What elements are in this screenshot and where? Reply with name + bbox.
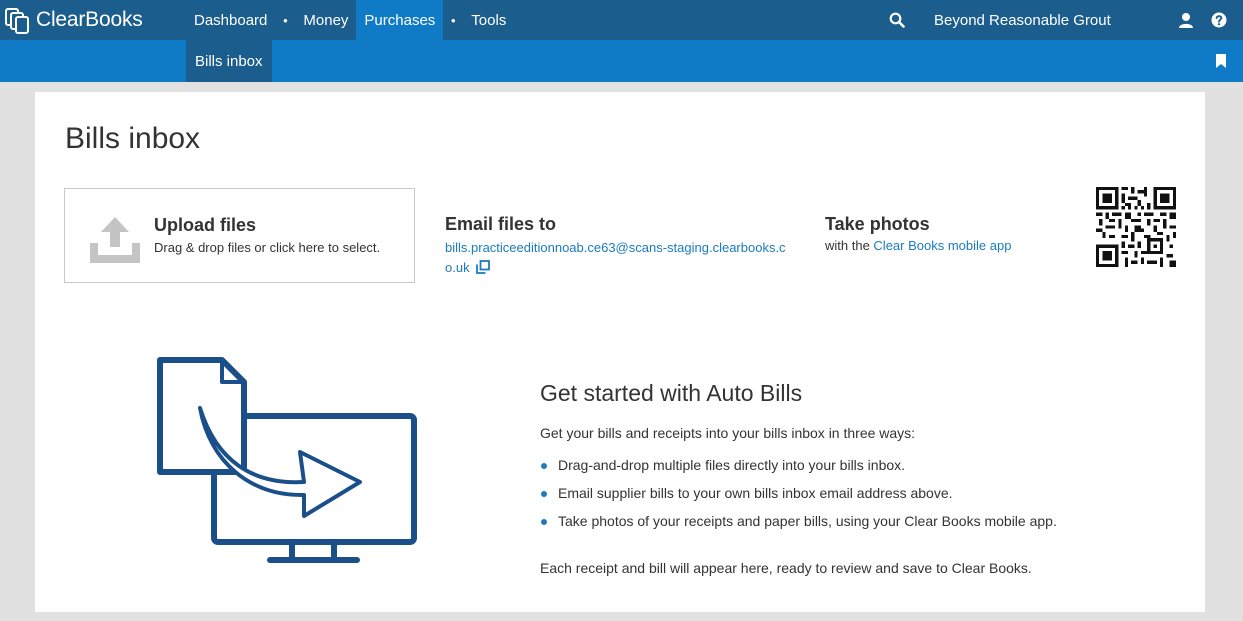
get-started-section: Get started with Auto Bills Get your bil…	[540, 380, 1160, 576]
page-title: Bills inbox	[65, 122, 201, 155]
bookmark-icon[interactable]	[1215, 54, 1227, 68]
logo-text: ClearBooks	[36, 8, 143, 31]
nav-money[interactable]: Money	[295, 0, 356, 40]
list-item: Take photos of your receipts and paper b…	[540, 513, 1160, 541]
nav-separator: •	[283, 12, 288, 28]
logo-icon	[5, 8, 29, 34]
get-started-list: Drag-and-drop multiple files directly in…	[540, 457, 1160, 541]
nav-separator: •	[451, 12, 456, 28]
subnav-bills-inbox[interactable]: Bills inbox	[186, 40, 272, 82]
sub-navbar: Bills inbox	[0, 40, 1243, 82]
nav-tools[interactable]: Tools	[463, 0, 514, 40]
qr-code	[1096, 187, 1176, 267]
bills-inbox-card: Bills inbox Upload files Drag & drop fil…	[35, 92, 1205, 612]
email-address-link[interactable]: bills.practiceeditionnoab.ce63@scans-sta…	[445, 238, 795, 278]
copy-icon[interactable]	[475, 260, 490, 274]
email-title: Email files to	[445, 214, 557, 234]
photos-title: Take photos	[825, 214, 930, 234]
main-nav: Dashboard • Money Purchases • Tools	[186, 0, 514, 40]
search-icon[interactable]	[889, 12, 905, 28]
upload-dropzone[interactable]: Upload files Drag & drop files or click …	[64, 188, 415, 283]
photos-subtitle: with the Clear Books mobile app	[825, 238, 1011, 253]
upload-subtitle: Drag & drop files or click here to selec…	[154, 240, 381, 255]
photos-prefix: with the	[825, 238, 874, 253]
get-started-intro: Get your bills and receipts into your bi…	[540, 425, 916, 441]
get-started-footer: Each receipt and bill will appear here, …	[540, 560, 1032, 576]
email-address[interactable]: bills.practiceeditionnoab.ce63@scans-sta…	[445, 240, 786, 275]
nav-dashboard[interactable]: Dashboard	[186, 0, 275, 40]
help-icon[interactable]	[1211, 12, 1227, 28]
mobile-app-link[interactable]: Clear Books mobile app	[873, 238, 1011, 253]
clearbooks-logo[interactable]: ClearBooks	[4, 5, 143, 35]
take-photos-block: Take photos with the Clear Books mobile …	[825, 214, 1011, 253]
email-files-block: Email files to bills.practiceeditionnoab…	[445, 214, 795, 278]
upload-icon	[90, 217, 140, 263]
nav-purchases[interactable]: Purchases	[356, 0, 444, 40]
get-started-title: Get started with Auto Bills	[540, 380, 803, 406]
auto-bills-illustration	[157, 357, 417, 563]
top-navbar: ClearBooks Dashboard • Money Purchases •…	[0, 0, 1243, 40]
upload-title: Upload files	[154, 215, 257, 235]
company-switcher[interactable]: Beyond Reasonable Grout	[934, 0, 1111, 40]
list-item: Email supplier bills to your own bills i…	[540, 485, 1160, 513]
user-icon[interactable]	[1178, 12, 1194, 28]
list-item: Drag-and-drop multiple files directly in…	[540, 457, 1160, 485]
